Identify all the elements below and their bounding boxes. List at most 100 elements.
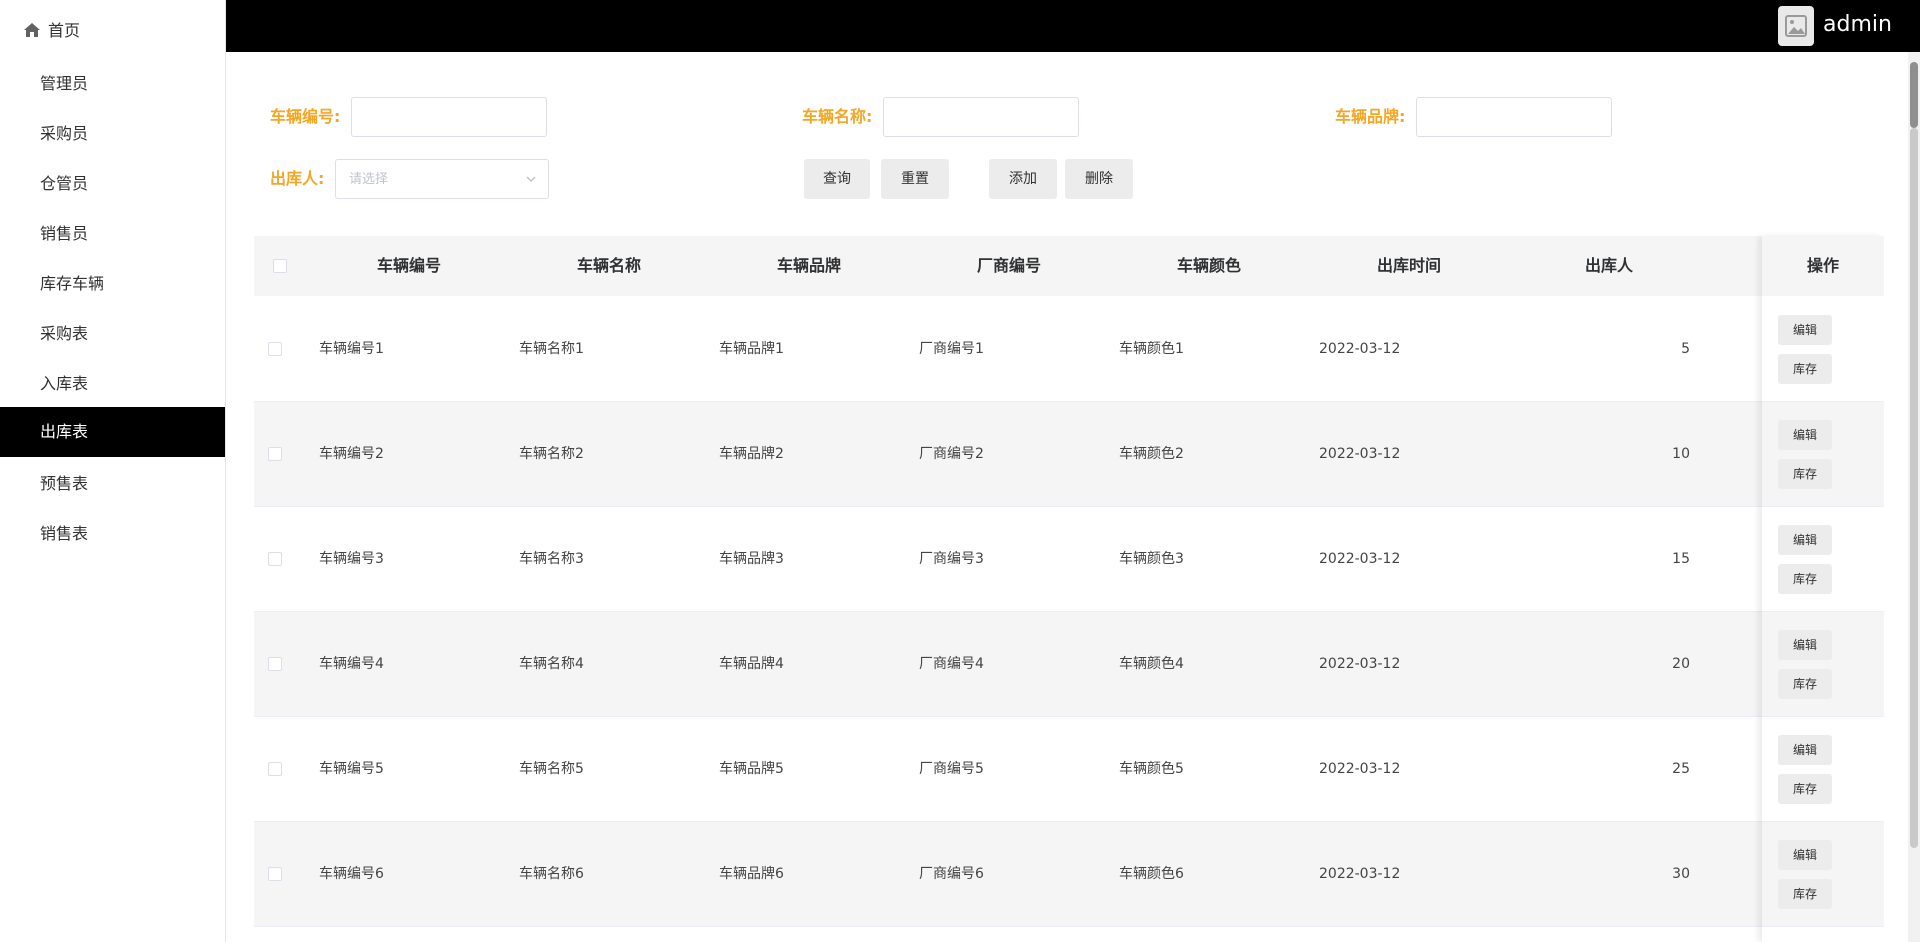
cell-vehicle-brand: 车辆品牌1 <box>719 341 784 357</box>
table-row: 车辆编号2 车辆名称2 车辆品牌2 厂商编号2 车辆颜色2 2022-03-12… <box>254 402 1884 507</box>
cell-vehicle-no: 车辆编号1 <box>319 341 384 357</box>
cell-vehicle-name: 车辆名称4 <box>519 656 584 672</box>
delete-button[interactable]: 删除 <box>1065 159 1133 199</box>
cell-outbound-time: 2022-03-12 <box>1319 866 1401 882</box>
sidebar-item-stock-vehicles[interactable]: 库存车辆 <box>0 259 225 309</box>
column-header-maker-no[interactable]: 厂商编号 <box>914 236 1104 296</box>
table-row: 车辆编号4 车辆名称4 车辆品牌4 厂商编号4 车辆颜色4 2022-03-12… <box>254 612 1884 717</box>
stock-button[interactable]: 库存 <box>1778 774 1832 804</box>
actions-cell: 编辑 库存 <box>1762 507 1884 612</box>
sidebar-item-presale-table[interactable]: 预售表 <box>0 459 225 509</box>
cell-vehicle-color: 车辆颜色6 <box>1119 866 1184 882</box>
select-placeholder: 请选择 <box>349 172 389 187</box>
username[interactable]: admin <box>1823 10 1892 40</box>
sidebar-item-sales-table[interactable]: 销售表 <box>0 509 225 559</box>
cell-vehicle-no: 车辆编号2 <box>319 446 384 462</box>
outbound-person-select[interactable]: 请选择 <box>335 159 549 199</box>
cell-maker-no: 厂商编号2 <box>919 446 984 462</box>
edit-button[interactable]: 编辑 <box>1778 315 1832 345</box>
column-header-outbound-time[interactable]: 出库时间 <box>1314 236 1504 296</box>
row-checkbox[interactable] <box>268 867 282 881</box>
cell-vehicle-brand: 车辆品牌4 <box>719 656 784 672</box>
row-checkbox[interactable] <box>268 762 282 776</box>
table-header: 车辆编号 车辆名称 车辆品牌 厂商编号 车辆颜色 出库时间 出库人 操作 <box>254 236 1884 296</box>
avatar[interactable] <box>1778 6 1814 46</box>
cell-vehicle-no: 车辆编号6 <box>319 866 384 882</box>
column-header-vehicle-name[interactable]: 车辆名称 <box>514 236 704 296</box>
sidebar-item-label: 入库表 <box>40 374 89 393</box>
vehicle-no-input[interactable] <box>351 97 547 137</box>
column-header-vehicle-color[interactable]: 车辆颜色 <box>1114 236 1304 296</box>
edit-button[interactable]: 编辑 <box>1778 735 1832 765</box>
row-checkbox[interactable] <box>268 342 282 356</box>
row-checkbox[interactable] <box>268 657 282 671</box>
cell-vehicle-color: 车辆颜色2 <box>1119 446 1184 462</box>
stock-button[interactable]: 库存 <box>1778 354 1832 384</box>
top-header <box>226 0 1920 52</box>
vehicle-brand-label: 车辆品牌: <box>1335 107 1406 126</box>
edit-button[interactable]: 编辑 <box>1778 525 1832 555</box>
sidebar-item-purchase-table[interactable]: 采购表 <box>0 309 225 359</box>
table-row: 车辆编号1 车辆名称1 车辆品牌1 厂商编号1 车辆颜色1 2022-03-12… <box>254 297 1884 402</box>
vehicle-name-input[interactable] <box>883 97 1079 137</box>
scrollbar-track-fill <box>1910 128 1918 848</box>
actions-cell: 编辑 库存 <box>1762 822 1884 927</box>
sidebar-item-label: 首页 <box>48 21 81 40</box>
vehicle-brand-input[interactable] <box>1416 97 1612 137</box>
add-button[interactable]: 添加 <box>989 159 1057 199</box>
sidebar-item-admin[interactable]: 管理员 <box>0 59 225 109</box>
cell-vehicle-brand: 车辆品牌5 <box>719 761 784 777</box>
column-header-vehicle-brand[interactable]: 车辆品牌 <box>714 236 904 296</box>
sidebar-item-outbound-table[interactable]: 出库表 <box>0 407 225 457</box>
cell-outbound-person: 30 <box>1672 866 1690 882</box>
sidebar-item-label: 采购员 <box>40 124 89 143</box>
cell-outbound-person: 15 <box>1672 551 1690 567</box>
column-header-outbound-person[interactable]: 出库人 <box>1514 236 1704 296</box>
cell-vehicle-name: 车辆名称3 <box>519 551 584 567</box>
sidebar-item-salesperson[interactable]: 销售员 <box>0 209 225 259</box>
cell-maker-no: 厂商编号1 <box>919 341 984 357</box>
sidebar-item-label: 预售表 <box>40 474 89 493</box>
cell-outbound-time: 2022-03-12 <box>1319 446 1401 462</box>
sidebar-item-label: 管理员 <box>40 74 89 93</box>
cell-vehicle-name: 车辆名称5 <box>519 761 584 777</box>
actions-cell: 编辑 库存 <box>1762 402 1884 507</box>
home-icon <box>24 23 40 37</box>
cell-vehicle-brand: 车辆品牌6 <box>719 866 784 882</box>
cell-outbound-person: 25 <box>1672 761 1690 777</box>
stock-button[interactable]: 库存 <box>1778 564 1832 594</box>
cell-maker-no: 厂商编号4 <box>919 656 984 672</box>
cell-maker-no: 厂商编号5 <box>919 761 984 777</box>
cell-maker-no: 厂商编号6 <box>919 866 984 882</box>
outbound-person-label: 出库人: <box>270 169 325 188</box>
vertical-scrollbar[interactable] <box>1908 52 1920 942</box>
cell-outbound-person: 10 <box>1672 446 1690 462</box>
column-header-vehicle-no[interactable]: 车辆编号 <box>314 236 504 296</box>
chevron-down-icon <box>526 176 536 183</box>
sidebar-item-warehouse-keeper[interactable]: 仓管员 <box>0 159 225 209</box>
data-table: 车辆编号 车辆名称 车辆品牌 厂商编号 车辆颜色 出库时间 出库人 操作 车辆编… <box>254 236 1884 942</box>
stock-button[interactable]: 库存 <box>1778 459 1832 489</box>
row-checkbox[interactable] <box>268 447 282 461</box>
edit-button[interactable]: 编辑 <box>1778 420 1832 450</box>
edit-button[interactable]: 编辑 <box>1778 840 1832 870</box>
actions-cell: 编辑 库存 <box>1762 717 1884 822</box>
image-icon <box>1785 15 1807 37</box>
cell-vehicle-no: 车辆编号3 <box>319 551 384 567</box>
sidebar-item-home[interactable]: 首页 <box>0 6 225 56</box>
sidebar-item-inbound-table[interactable]: 入库表 <box>0 359 225 409</box>
edit-button[interactable]: 编辑 <box>1778 630 1832 660</box>
cell-vehicle-name: 车辆名称1 <box>519 341 584 357</box>
cell-outbound-time: 2022-03-12 <box>1319 341 1401 357</box>
cell-vehicle-brand: 车辆品牌2 <box>719 446 784 462</box>
cell-outbound-time: 2022-03-12 <box>1319 656 1401 672</box>
select-all-checkbox[interactable] <box>273 259 287 273</box>
sidebar-item-purchaser[interactable]: 采购员 <box>0 109 225 159</box>
stock-button[interactable]: 库存 <box>1778 879 1832 909</box>
row-checkbox[interactable] <box>268 552 282 566</box>
stock-button[interactable]: 库存 <box>1778 669 1832 699</box>
cell-outbound-person: 20 <box>1672 656 1690 672</box>
reset-button[interactable]: 重置 <box>881 159 949 199</box>
query-button[interactable]: 查询 <box>804 159 870 199</box>
scrollbar-thumb[interactable] <box>1910 62 1918 128</box>
